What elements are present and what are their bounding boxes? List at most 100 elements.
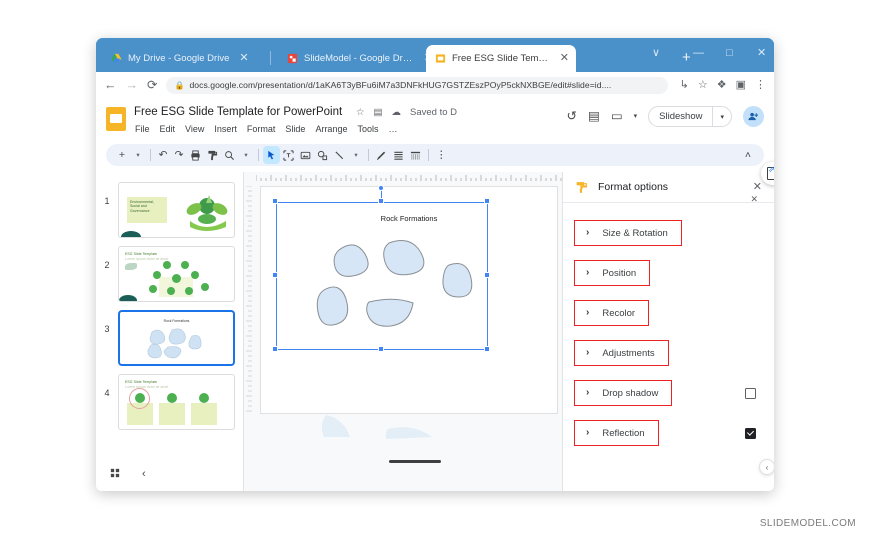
horizontal-scrollbar[interactable] (389, 460, 441, 463)
comment-icon[interactable]: ▤ (588, 110, 600, 123)
rock-shape-4 (317, 287, 347, 325)
list-item[interactable]: 1 Environmental, Social and Governance (96, 178, 243, 242)
line-caret-icon[interactable]: ▾ (348, 146, 364, 164)
document-title[interactable]: Free ESG Slide Template for PowerPoint (134, 106, 342, 118)
version-history-icon[interactable]: ↺ (567, 110, 577, 123)
toolbar-divider-3 (368, 149, 369, 161)
print-button[interactable] (187, 146, 204, 164)
fill-color-button[interactable] (390, 146, 407, 164)
add-slide-caret-icon[interactable]: ▾ (130, 146, 146, 164)
menu-tools[interactable]: Tools (357, 124, 378, 134)
paint-format-button[interactable] (204, 146, 221, 164)
browser-tab-0-close[interactable]: ✕ (239, 53, 248, 64)
meet-caret-icon[interactable]: ▾ (634, 113, 638, 120)
reflection-checkbox[interactable] (745, 428, 756, 439)
share-button[interactable] (743, 106, 764, 127)
move-folder-icon[interactable]: ▤ (374, 108, 383, 118)
menu-insert[interactable]: Insert (214, 124, 237, 134)
browser-tab-1[interactable]: SlideModel - Google Drawings ✕ (278, 45, 440, 72)
url-bar[interactable]: 🔒 docs.google.com/presentation/d/1aKA6T3… (166, 77, 667, 94)
resize-handle-nw[interactable] (272, 198, 278, 204)
slide-thumbnail-4[interactable]: ESG Slide Template Lorem ipsum dolor sit… (118, 374, 235, 430)
zoom-caret-icon[interactable]: ▾ (238, 146, 254, 164)
list-item[interactable]: 3 Rock Formations (96, 306, 243, 370)
format-panel-close-button[interactable]: ✕ (753, 182, 762, 193)
browser-menu-icon[interactable]: ⋮ (755, 80, 766, 91)
menu-format[interactable]: Format (247, 124, 276, 134)
format-section-drop-shadow[interactable]: › Drop shadow (574, 380, 672, 406)
esg-illustration (182, 189, 230, 233)
menu-view[interactable]: View (185, 124, 204, 134)
share-icon[interactable]: ↳ (680, 80, 689, 91)
format-section-reflection[interactable]: › Reflection (574, 420, 659, 446)
format-section-position[interactable]: › Position (574, 260, 650, 286)
line-tool-button[interactable] (331, 146, 348, 164)
list-item[interactable]: 4 ESG Slide Template Lorem ipsum dolor s… (96, 370, 243, 434)
shape-tool-button[interactable] (314, 146, 331, 164)
resize-handle-se[interactable] (484, 346, 490, 352)
background-button[interactable] (407, 146, 424, 164)
toolbar-collapse-button[interactable]: ˄ (740, 146, 756, 164)
menu-file[interactable]: File (135, 124, 150, 134)
window-minimize-button[interactable]: — (693, 48, 704, 59)
slideshow-caret-icon[interactable]: ▾ (713, 113, 731, 121)
reload-button[interactable]: ⟳ (147, 79, 157, 92)
rotation-handle[interactable] (378, 185, 384, 191)
slideshow-button[interactable]: Slideshow ▾ (648, 106, 732, 127)
forward-button[interactable]: → (126, 79, 139, 92)
format-section-adjustments[interactable]: › Adjustments (574, 340, 669, 366)
browser-tab-0[interactable]: My Drive - Google Drive ✕ (102, 45, 264, 72)
browser-tab-1-label: SlideModel - Google Drawings (304, 53, 414, 64)
image-tool-button[interactable] (297, 146, 314, 164)
resize-handle-sw[interactable] (272, 346, 278, 352)
slide-editing-surface[interactable]: Rock Formations (260, 186, 558, 414)
browser-omnibox-row: ← → ⟳ 🔒 docs.google.com/presentation/d/1… (96, 72, 774, 98)
star-icon[interactable]: ☆ (356, 108, 365, 118)
menu-more[interactable]: … (388, 124, 397, 134)
rock-shape-1 (334, 245, 368, 277)
resize-handle-ne[interactable] (484, 198, 490, 204)
rock-shape-group[interactable] (261, 187, 559, 415)
browser-tab-2-close[interactable]: ✕ (560, 53, 569, 64)
drop-shadow-checkbox[interactable] (745, 388, 756, 399)
add-slide-button[interactable]: + (114, 146, 130, 164)
menu-edit[interactable]: Edit (160, 124, 176, 134)
window-close-button[interactable]: ✕ (757, 48, 766, 59)
browser-tab-2[interactable]: Free ESG Slide Template for Pow ✕ (426, 45, 576, 72)
toolbar-more-button[interactable]: ⋮ (433, 146, 450, 164)
textbox-tool-button[interactable] (280, 146, 297, 164)
app-body: 1 Environmental, Social and Governance (96, 172, 774, 491)
list-item[interactable]: 2 ESG Slide Template Lorem ipsum dolor s… (96, 242, 243, 306)
filmstrip-collapse-button[interactable]: ‹ (142, 469, 146, 480)
slidemodel-watermark: SLIDEMODEL.COM (760, 518, 856, 529)
extensions-icon[interactable]: ❖ (717, 80, 727, 91)
slide-thumbnail-1[interactable]: Environmental, Social and Governance (118, 182, 235, 238)
profile-chevron-icon[interactable]: ∨ (652, 48, 660, 59)
redo-button[interactable]: ↷ (171, 146, 187, 164)
window-maximize-button[interactable]: □ (726, 48, 733, 59)
grid-view-icon[interactable] (110, 468, 120, 481)
menu-arrange[interactable]: Arrange (315, 124, 347, 134)
pen-tool-button[interactable] (373, 146, 390, 164)
select-tool-button[interactable] (263, 146, 280, 164)
panel-collapse-button[interactable]: ‹ (759, 459, 774, 475)
new-tab-button[interactable]: + (682, 50, 691, 65)
resize-handle-s[interactable] (378, 346, 384, 352)
slides-toolbar: + ▾ ↶ ↷ (106, 144, 764, 166)
undo-button[interactable]: ↶ (155, 146, 171, 164)
menu-slide[interactable]: Slide (285, 124, 305, 134)
slide-thumbnail-2[interactable]: ESG Slide Template Lorem ipsum dolor sit… (118, 246, 235, 302)
back-button[interactable]: ← (104, 79, 117, 92)
side-panel-icon[interactable]: ▣ (736, 80, 746, 91)
resize-handle-w[interactable] (272, 272, 278, 278)
background-icon (410, 150, 421, 161)
meet-icon[interactable]: ▭ (611, 110, 623, 123)
format-section-recolor[interactable]: › Recolor (574, 300, 649, 326)
slide-thumbnail-3-selected[interactable]: Rock Formations (118, 310, 235, 366)
format-section-size-rotation[interactable]: › Size & Rotation (574, 220, 682, 246)
vruler-ticks (244, 186, 253, 446)
resize-handle-n[interactable] (378, 198, 384, 204)
zoom-button[interactable] (221, 146, 238, 164)
bookmark-star-icon[interactable]: ☆ (698, 80, 708, 91)
resize-handle-e[interactable] (484, 272, 490, 278)
